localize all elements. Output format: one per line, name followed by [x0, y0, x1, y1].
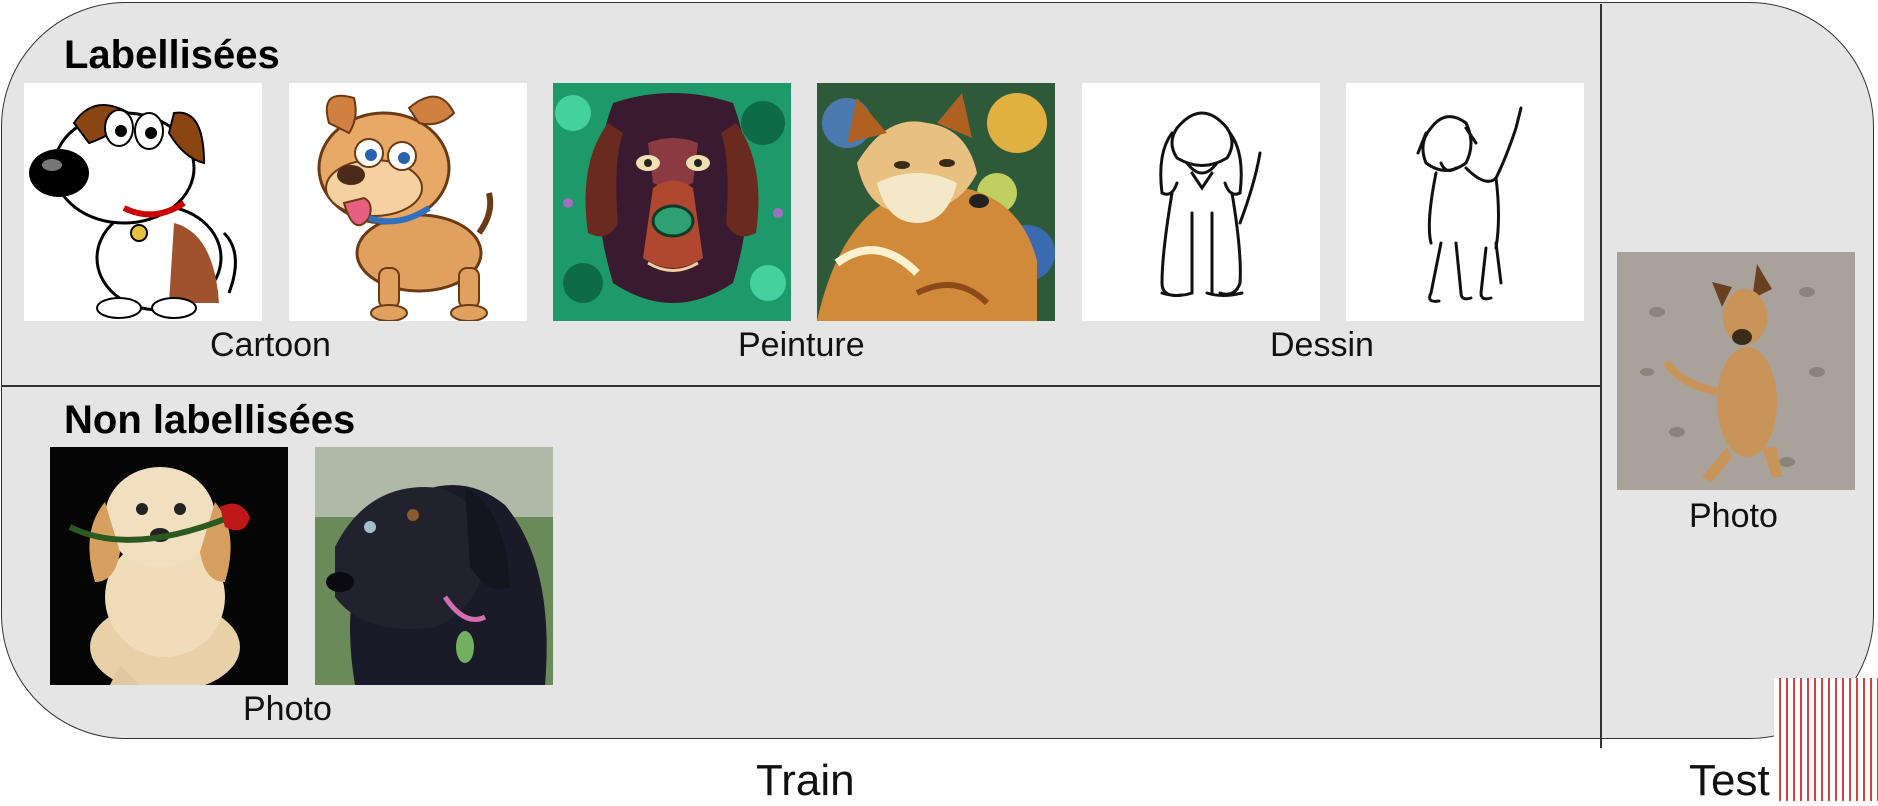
labelled-unlabelled-divider — [2, 385, 1601, 387]
unlabelled-photo-group-label: Photo — [243, 690, 332, 728]
painting-dog-image-2 — [817, 83, 1055, 321]
cartoon-group-label: Cartoon — [210, 326, 331, 364]
photo-puppy-rose-image — [50, 447, 288, 685]
labelled-title: Labellisées — [64, 33, 280, 77]
sketch-dog-image-1 — [1082, 83, 1320, 321]
photo-black-dog-image — [315, 447, 553, 685]
cartoon-dog-image-1 — [24, 83, 262, 321]
red-stripes-decoration — [1774, 678, 1878, 801]
train-label: Train — [756, 756, 855, 805]
train-test-divider — [1600, 4, 1602, 748]
sketch-dog-image-2 — [1346, 83, 1584, 321]
drawing-group-label: Dessin — [1270, 326, 1374, 364]
cartoon-dog-image-2 — [289, 83, 527, 321]
unlabelled-title: Non labellisées — [64, 398, 356, 442]
test-label: Test — [1689, 756, 1770, 805]
photo-test-dog-image — [1617, 252, 1855, 490]
test-photo-group-label: Photo — [1689, 497, 1778, 535]
painting-dog-image-1 — [553, 83, 791, 321]
painting-group-label: Peinture — [738, 326, 865, 364]
